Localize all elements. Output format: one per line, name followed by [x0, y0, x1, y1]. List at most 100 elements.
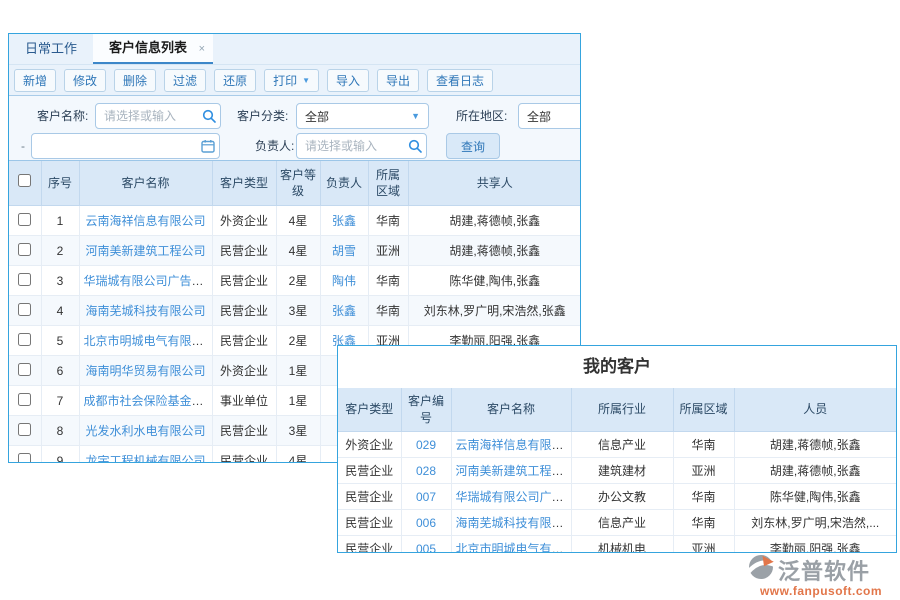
tab-close-icon[interactable]: × — [199, 35, 205, 63]
my-table-row: 民营企业 028 河南美新建筑工程公司 建筑建材 亚洲 胡建,蒋德帧,张鑫 — [338, 458, 896, 484]
area-value: 全部 — [527, 108, 551, 125]
row-region: 华南 — [368, 296, 408, 326]
row-checkbox[interactable] — [18, 333, 31, 346]
row-type: 民营企业 — [212, 296, 276, 326]
row-checkbox[interactable] — [18, 273, 31, 286]
customer-name-link[interactable]: 河南美新建筑工程公司 — [85, 244, 205, 258]
row-checkbox[interactable] — [18, 423, 31, 436]
date-range-dash: - — [21, 133, 25, 159]
search-icon[interactable] — [404, 139, 426, 153]
table-header-row: 序号 客户名称 客户类型 客户等级 负责人 所属区域 共享人 — [9, 161, 581, 206]
my-table-row: 外资企业 029 云南海祥信息有限公司 信息产业 华南 胡建,蒋德帧,张鑫 — [338, 432, 896, 458]
owner-link[interactable]: 张鑫 — [332, 214, 356, 228]
row-checkbox[interactable] — [18, 453, 31, 464]
select-all-checkbox[interactable] — [18, 174, 31, 187]
customer-name-link[interactable]: 北京市明城电气有限公司 — [84, 334, 213, 348]
my-header-code: 客户编号 — [401, 388, 451, 432]
customer-name-link[interactable]: 云南海祥信息有限公司 — [85, 214, 205, 228]
my-row-region: 亚洲 — [673, 458, 734, 484]
row-type: 民营企业 — [212, 236, 276, 266]
customer-name-link[interactable]: 成都市社会保险基金管理... — [84, 394, 213, 408]
row-level: 2星 — [276, 326, 320, 356]
fanpu-logo: 泛普软件 www.fanpusoft.com — [746, 552, 896, 598]
my-customers-table: 客户类型 客户编号 客户名称 所属行业 所属区域 人员 外资企业 029 云南海… — [338, 388, 896, 553]
modify-button[interactable]: 修改 — [64, 69, 106, 92]
add-button[interactable]: 新增 — [14, 69, 56, 92]
owner-input[interactable] — [297, 139, 404, 153]
row-type: 民营企业 — [212, 326, 276, 356]
chevron-down-icon: ▼ — [302, 76, 310, 85]
customer-name-link[interactable]: 华瑞城有限公司广告设计部 — [84, 274, 213, 288]
area-select[interactable]: 全部 — [518, 103, 581, 129]
my-row-type: 民营企业 — [338, 458, 401, 484]
row-checkbox[interactable] — [18, 393, 31, 406]
row-type: 外资企业 — [212, 206, 276, 236]
row-checkbox[interactable] — [18, 363, 31, 376]
row-check-cell — [9, 356, 41, 386]
row-no: 7 — [41, 386, 79, 416]
owner-link[interactable]: 胡雪 — [332, 244, 356, 258]
row-level: 2星 — [276, 266, 320, 296]
print-button[interactable]: 打印 ▼ — [264, 69, 319, 92]
customer-code-link[interactable]: 006 — [416, 516, 436, 530]
customer-name-link[interactable]: 北京市明城电气有限公司 — [456, 542, 572, 553]
row-no: 6 — [41, 356, 79, 386]
my-row-type: 外资企业 — [338, 432, 401, 458]
search-icon[interactable] — [198, 109, 220, 123]
row-checkbox[interactable] — [18, 243, 31, 256]
row-check-cell — [9, 326, 41, 356]
my-row-people: 胡建,蒋德帧,张鑫 — [734, 458, 896, 484]
query-button[interactable]: 查询 — [446, 133, 500, 159]
customer-name-link[interactable]: 华瑞城有限公司广告设计部 — [456, 490, 572, 504]
import-button[interactable]: 导入 — [327, 69, 369, 92]
customer-code-link[interactable]: 029 — [416, 438, 436, 452]
filter-button[interactable]: 过滤 — [164, 69, 206, 92]
tab-daily-work-label: 日常工作 — [25, 41, 77, 56]
restore-button[interactable]: 还原 — [214, 69, 256, 92]
row-shared: 刘东林,罗广明,宋浩然,张鑫 — [408, 296, 581, 326]
export-button[interactable]: 导出 — [377, 69, 419, 92]
row-checkbox[interactable] — [18, 303, 31, 316]
customer-code-link[interactable]: 007 — [416, 490, 436, 504]
owner-field — [296, 133, 427, 159]
customer-name-link[interactable]: 河南美新建筑工程公司 — [456, 464, 572, 478]
owner-link[interactable]: 陶伟 — [332, 274, 356, 288]
tab-customer-info-list[interactable]: 客户信息列表 × — [93, 34, 213, 64]
my-row-people: 李勤丽,阳强,张鑫 — [734, 536, 896, 554]
row-check-cell — [9, 296, 41, 326]
my-row-region: 华南 — [673, 432, 734, 458]
header-customer-type: 客户类型 — [212, 161, 276, 206]
customer-name-input[interactable] — [96, 109, 198, 123]
customer-code-link[interactable]: 028 — [416, 464, 436, 478]
my-table-row: 民营企业 005 北京市明城电气有限公司 机械机电 亚洲 李勤丽,阳强,张鑫 — [338, 536, 896, 554]
row-check-cell — [9, 416, 41, 446]
logo-brand-text: 泛普软件 — [778, 554, 870, 586]
customer-name-link[interactable]: 海南芜城科技有限公司 — [85, 304, 205, 318]
customer-name-link[interactable]: 海南芜城科技有限公司 — [456, 516, 572, 530]
row-level: 3星 — [276, 296, 320, 326]
chevron-down-icon: ▼ — [411, 111, 420, 121]
customer-code-link[interactable]: 005 — [416, 542, 436, 554]
tab-daily-work[interactable]: 日常工作 — [9, 34, 93, 64]
row-no: 8 — [41, 416, 79, 446]
header-customer-level: 客户等级 — [276, 161, 320, 206]
my-row-industry: 信息产业 — [571, 432, 673, 458]
customer-name-link[interactable]: 龙宇工程机械有限公司 — [85, 454, 205, 463]
row-shared: 胡建,蒋德帧,张鑫 — [408, 236, 581, 266]
table-row: 3 华瑞城有限公司广告设计部 民营企业 2星 陶伟 华南 陈华健,陶伟,张鑫 — [9, 266, 581, 296]
date-input[interactable] — [32, 139, 197, 153]
owner-link[interactable]: 张鑫 — [332, 304, 356, 318]
row-shared: 胡建,蒋德帧,张鑫 — [408, 206, 581, 236]
delete-button[interactable]: 删除 — [114, 69, 156, 92]
row-checkbox[interactable] — [18, 213, 31, 226]
customer-name-label: 客户名称: — [37, 103, 88, 129]
calendar-icon[interactable] — [197, 139, 219, 153]
customer-category-select[interactable]: 全部 ▼ — [296, 103, 429, 129]
my-row-type: 民营企业 — [338, 484, 401, 510]
customer-name-link[interactable]: 光发水利水电有限公司 — [85, 424, 205, 438]
customer-name-link[interactable]: 海南明华贸易有限公司 — [85, 364, 205, 378]
table-row: 1 云南海祥信息有限公司 外资企业 4星 张鑫 华南 胡建,蒋德帧,张鑫 — [9, 206, 581, 236]
view-log-button[interactable]: 查看日志 — [427, 69, 493, 92]
customer-name-link[interactable]: 云南海祥信息有限公司 — [456, 438, 572, 452]
logo-website-text: www.fanpusoft.com — [746, 584, 896, 598]
